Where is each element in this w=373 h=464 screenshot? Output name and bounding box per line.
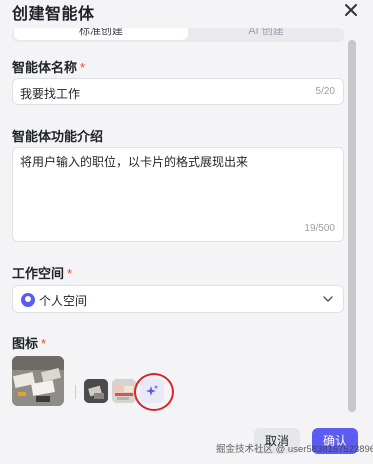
icon-options-divider (75, 385, 76, 399)
required-mark: * (41, 336, 47, 351)
selected-agent-icon-image[interactable] (12, 356, 64, 406)
agent-name-label-text: 智能体名称 (12, 60, 78, 75)
tab-standard-create[interactable]: 标准创建 (14, 28, 188, 40)
agent-name-input[interactable]: 我要找工作 5/20 (12, 78, 344, 105)
create-mode-tabs: 标准创建 AI 创建 (12, 28, 344, 42)
user-avatar-icon (21, 293, 35, 307)
icon-label: 图标 * (12, 333, 46, 352)
dialog-scrollbar[interactable] (348, 40, 356, 412)
required-mark: * (80, 60, 86, 75)
agent-name-char-count: 5/20 (315, 86, 335, 97)
workspace-label-text: 工作空间 (12, 266, 65, 281)
watermark: 掘金技术社区 @ user5838167523896 (216, 444, 373, 455)
create-agent-dialog: 创建智能体 标准创建 AI 创建 智能体名称 * 我要找工作 5/20 智能体功能… (0, 0, 373, 464)
icon-option-thumbnail[interactable] (84, 379, 108, 403)
icon-option-thumbnail[interactable] (112, 379, 136, 403)
tab-ai-create[interactable]: AI 创建 (188, 28, 344, 40)
ai-generate-icon-button[interactable] (140, 379, 164, 403)
agent-description-char-count: 19/500 (304, 223, 335, 234)
icon-label-text: 图标 (12, 336, 39, 351)
agent-description-label: 智能体功能介绍 (12, 129, 104, 144)
agent-name-label: 智能体名称 * (12, 57, 85, 76)
required-mark: * (67, 266, 73, 281)
ai-sparkle-icon (146, 385, 158, 396)
dialog-title: 创建智能体 (12, 6, 95, 23)
agent-name-value: 我要找工作 (20, 87, 81, 101)
agent-description-textarea[interactable]: 将用户输入的职位，以卡片的格式展现出来 19/500 (12, 147, 344, 242)
agent-description-value: 将用户输入的职位，以卡片的格式展现出来 (20, 155, 249, 169)
chevron-down-icon (323, 296, 333, 302)
workspace-label: 工作空间 * (12, 263, 72, 282)
workspace-value: 个人空间 (39, 294, 88, 308)
workspace-select[interactable]: 个人空间 (12, 285, 344, 313)
close-icon[interactable] (343, 2, 359, 18)
